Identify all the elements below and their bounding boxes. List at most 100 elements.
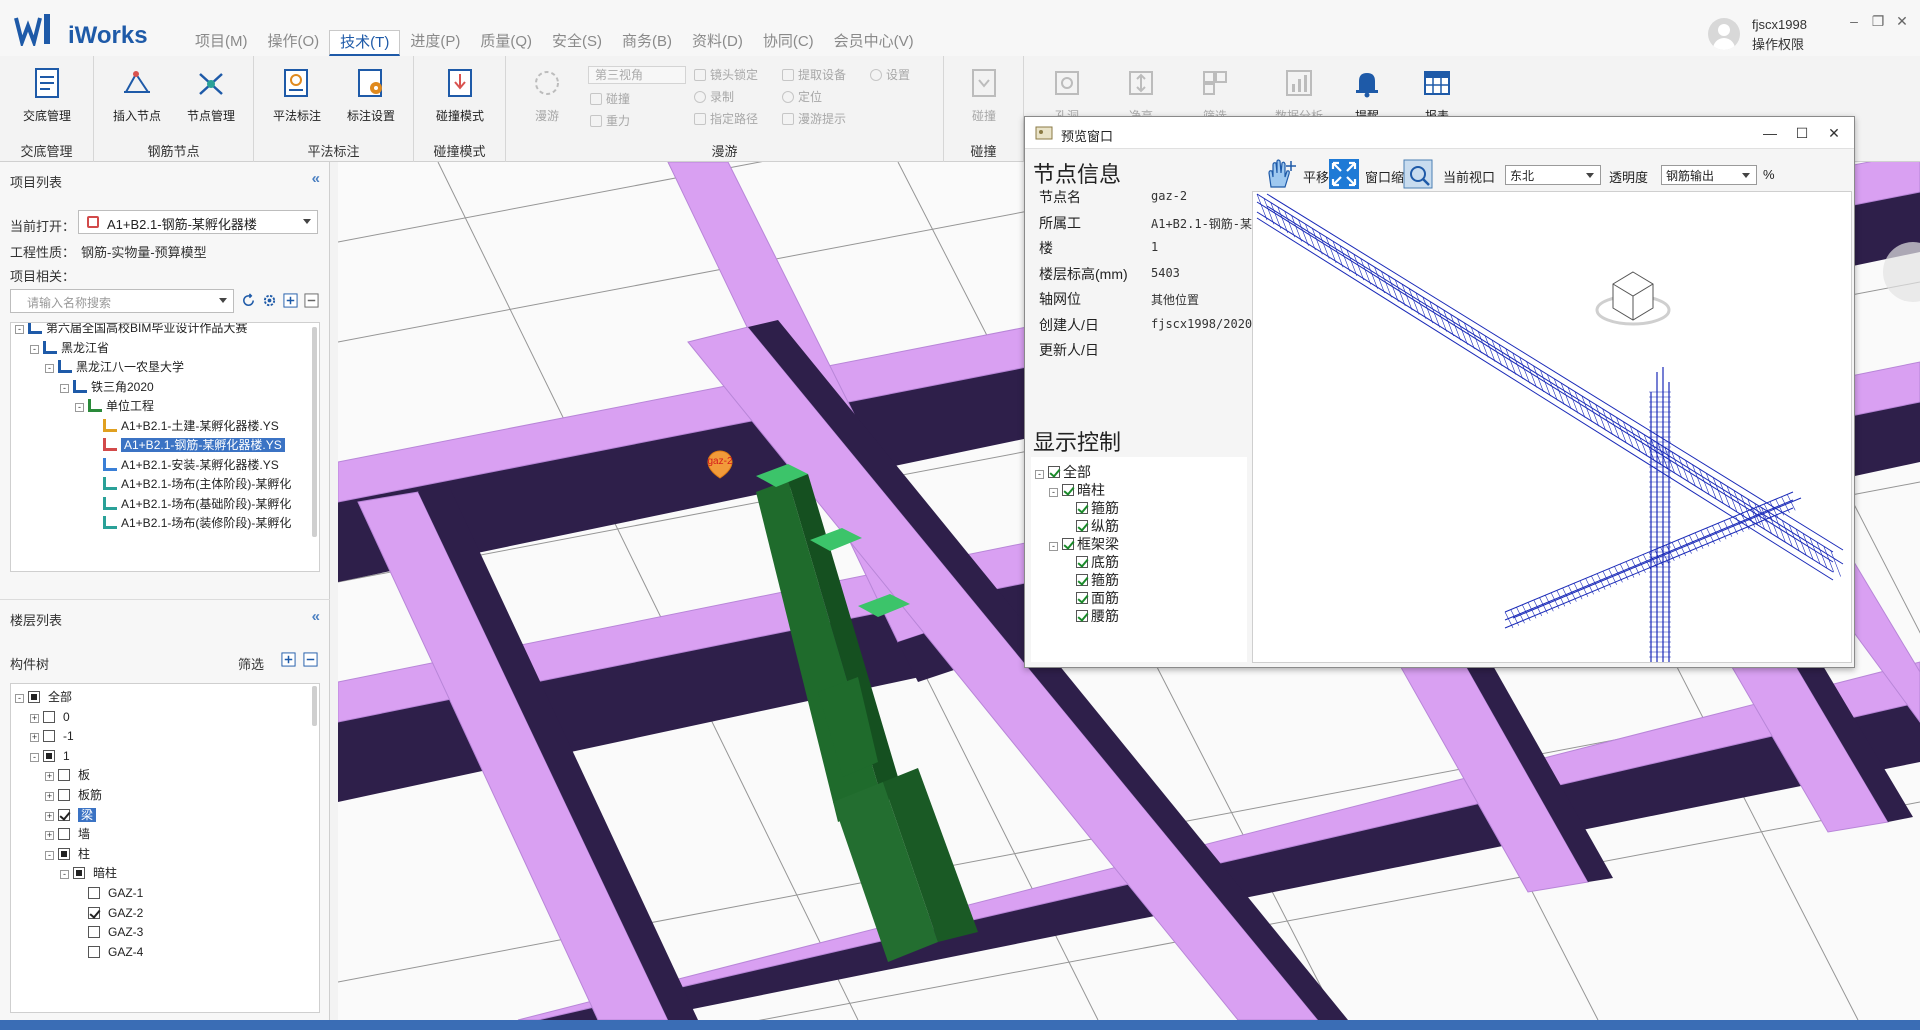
collapse-toggle-icon[interactable]: - (1049, 488, 1058, 497)
menu-item[interactable]: 操作(O) (258, 30, 330, 56)
checkbox[interactable] (1076, 592, 1088, 604)
pan-hand-icon[interactable] (1263, 157, 1299, 191)
display-tree-item[interactable]: 腰筋 (1063, 605, 1119, 627)
collapse-toggle-icon[interactable]: - (75, 403, 84, 412)
avatar[interactable] (1708, 18, 1740, 50)
collapse-all-icon[interactable] (303, 652, 318, 667)
locate-button[interactable]: 定位 (782, 88, 822, 108)
roam-hint-button[interactable]: 漫游提示 (782, 110, 846, 130)
minimize-icon[interactable]: — (1761, 124, 1779, 142)
checkbox[interactable] (1076, 610, 1088, 622)
collapse-icon[interactable]: « (312, 170, 320, 187)
menu-item[interactable]: 资料(D) (682, 30, 753, 56)
checkbox[interactable] (1062, 538, 1074, 550)
collapse-toggle-icon[interactable]: - (30, 752, 39, 762)
checkbox[interactable] (73, 867, 85, 880)
checkbox[interactable] (1076, 520, 1088, 532)
menu-item[interactable]: 商务(B) (612, 30, 682, 56)
settings-button[interactable]: 设置 (870, 66, 910, 86)
menu-item[interactable]: 会员中心(V) (824, 30, 924, 56)
collapse-toggle-icon[interactable]: - (15, 694, 24, 703)
view-select[interactable]: 第三视角 (588, 66, 686, 84)
checkbox[interactable] (58, 808, 70, 821)
checkbox[interactable] (88, 945, 100, 958)
pan-label[interactable]: 平移 (1303, 167, 1329, 186)
gravity-check[interactable]: 重力 (590, 112, 630, 132)
checkbox[interactable] (88, 906, 100, 919)
menu-item[interactable]: 质量(Q) (470, 30, 542, 56)
collapse-toggle-icon[interactable]: - (45, 364, 54, 373)
add-icon[interactable] (283, 293, 298, 308)
collision-check[interactable]: 碰撞 (590, 90, 630, 110)
project-tree-item[interactable]: A1+B2.1-场布(装修阶段)-某孵化 (90, 512, 291, 534)
scrollbar[interactable] (312, 686, 317, 726)
checkbox[interactable] (1076, 502, 1088, 514)
collapse-toggle-icon[interactable]: - (1049, 542, 1058, 551)
maximize-icon[interactable]: ☐ (1793, 124, 1811, 142)
collision-mode-button[interactable]: 碰撞模式 (423, 64, 497, 130)
close-icon[interactable]: ✕ (1825, 124, 1843, 142)
collapse-toggle-icon[interactable]: - (15, 325, 24, 334)
expand-toggle-icon[interactable]: + (45, 772, 54, 782)
path-button[interactable]: 指定路径 (694, 110, 758, 130)
annotation-settings-button[interactable]: 标注设置 (334, 64, 408, 130)
expand-toggle-icon[interactable]: + (30, 713, 39, 723)
rebar-preview-canvas[interactable] (1252, 191, 1852, 663)
menu-item[interactable]: 进度(P) (400, 30, 470, 56)
record-button[interactable]: 录制 (694, 88, 734, 108)
expand-toggle-icon[interactable]: + (45, 831, 54, 841)
collapse-icon[interactable]: « (312, 608, 320, 625)
expand-toggle-icon[interactable]: + (45, 792, 54, 801)
menu-item[interactable]: 项目(M) (185, 30, 258, 56)
expand-all-icon[interactable] (281, 652, 296, 667)
view-cube-icon[interactable] (1595, 271, 1671, 326)
checkbox[interactable] (1062, 484, 1074, 496)
checkbox[interactable] (43, 730, 55, 743)
checkbox[interactable] (58, 769, 70, 782)
refresh-icon[interactable] (241, 293, 256, 308)
current-project-select[interactable]: A1+B2.1-钢筋-某孵化器楼 (78, 210, 318, 234)
collapse-toggle-icon[interactable]: - (1035, 470, 1044, 479)
checkbox[interactable] (58, 828, 70, 841)
checkbox[interactable] (88, 926, 100, 939)
checkbox[interactable] (88, 887, 100, 899)
minimize-icon[interactable]: – (1844, 12, 1864, 30)
collapse-toggle-icon[interactable]: - (60, 870, 69, 880)
scrollbar[interactable] (312, 327, 317, 537)
checkbox[interactable] (1076, 556, 1088, 568)
get-device-button[interactable]: 提取设备 (782, 66, 846, 86)
zoom-window-icon[interactable] (1327, 157, 1361, 191)
restore-icon[interactable]: ❐ (1868, 12, 1888, 30)
opacity-select[interactable]: 钢筋输出 (1661, 165, 1757, 185)
menu-item[interactable]: 技术(T) (329, 30, 401, 56)
node-manage-button[interactable]: 节点管理 (174, 64, 248, 130)
preview-title-bar[interactable]: 预览窗口 — ☐ ✕ (1025, 117, 1854, 149)
gear-icon[interactable] (262, 293, 277, 308)
collapse-toggle-icon[interactable]: - (30, 344, 39, 354)
component-tree-item[interactable]: GAZ-4 (75, 941, 143, 963)
annotation-button[interactable]: 平法标注 (260, 64, 334, 130)
checkbox[interactable] (43, 710, 55, 723)
filter-link[interactable]: 筛选 (238, 654, 264, 673)
menu-item[interactable]: 协同(C) (753, 30, 824, 56)
remove-icon[interactable] (304, 293, 319, 308)
expand-toggle-icon[interactable]: + (45, 811, 54, 821)
expand-toggle-icon[interactable]: + (30, 733, 39, 743)
close-icon[interactable]: ✕ (1892, 12, 1912, 30)
collapse-toggle-icon[interactable]: - (60, 383, 69, 393)
checkbox[interactable] (1048, 466, 1060, 478)
checkbox[interactable] (58, 847, 70, 860)
checkbox[interactable] (58, 789, 70, 801)
collapse-toggle-icon[interactable]: - (45, 850, 54, 860)
checkbox[interactable] (28, 691, 40, 703)
view-select[interactable]: 东北 (1505, 165, 1601, 185)
menu-item[interactable]: 安全(S) (542, 30, 612, 56)
lens-lock-button[interactable]: 镜头锁定 (694, 66, 758, 86)
project-search-input[interactable]: 请输入名称搜索 (10, 289, 234, 313)
rebar-model[interactable] (1253, 192, 1852, 663)
collision-button[interactable]: 碰撞 (947, 64, 1021, 130)
zoom-select-icon[interactable] (1403, 157, 1433, 191)
checkbox[interactable] (1076, 574, 1088, 586)
checkbox[interactable] (43, 749, 55, 762)
disclosure-button[interactable]: 交底管理 (10, 64, 84, 130)
